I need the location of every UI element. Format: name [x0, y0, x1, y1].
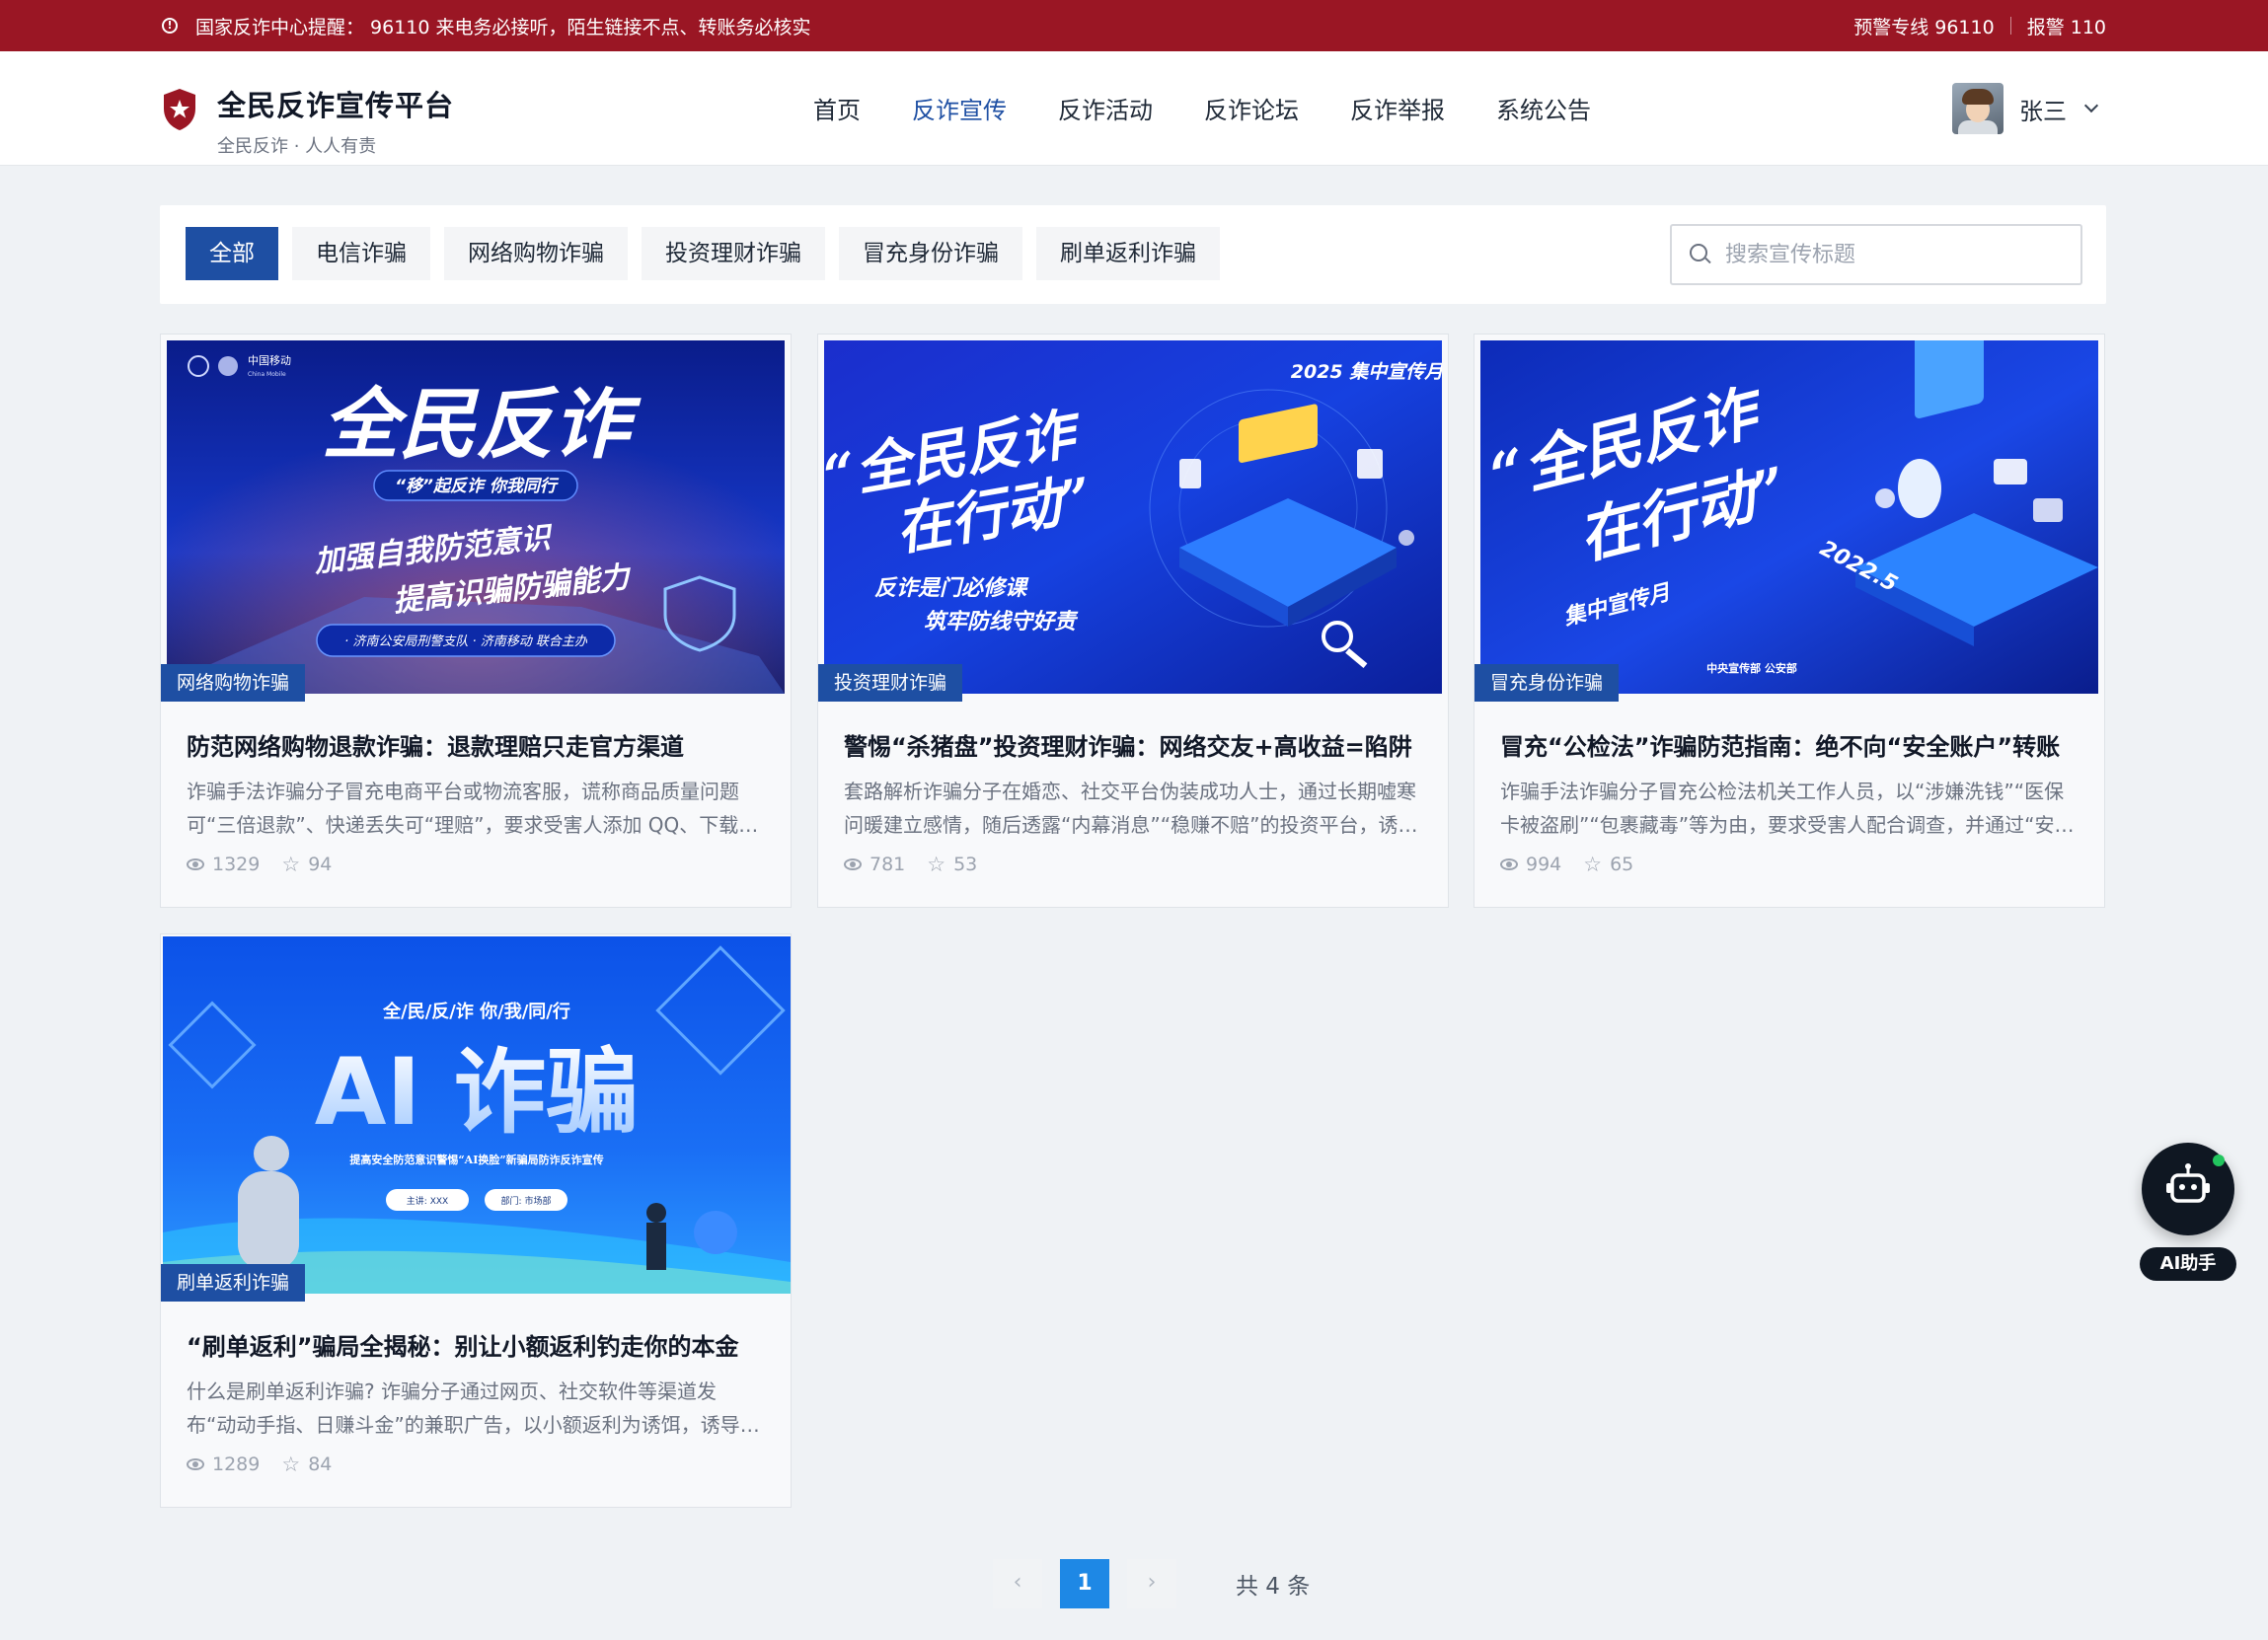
banner-headline: 全民反诈 — [322, 381, 642, 470]
tab-all[interactable]: 全部 — [186, 227, 278, 280]
nav-announcements[interactable]: 系统公告 — [1496, 91, 1591, 125]
star-count: 94 — [308, 854, 333, 875]
view-count: 994 — [1526, 854, 1562, 875]
hotline-text: 预警专线 96110 — [1853, 16, 1995, 38]
online-status-dot — [2213, 1155, 2225, 1166]
card-description: 诈骗手法诈骗分子冒充电商平台或物流客服，谎称商品质量问题可“三倍退款”、快递丢失… — [187, 780, 759, 837]
eye-icon — [187, 1458, 204, 1470]
nav-forum[interactable]: 反诈论坛 — [1204, 91, 1299, 125]
chevron-down-icon[interactable] — [2083, 98, 2099, 113]
star-count: 65 — [1610, 854, 1634, 875]
nav-publicity[interactable]: 反诈宣传 — [912, 91, 1007, 125]
view-count: 781 — [869, 854, 906, 875]
card-title[interactable]: “刷单返利”骗局全揭秘：别让小额返利钓走你的本金 — [187, 1327, 769, 1362]
star-icon: ☆ — [281, 852, 301, 876]
tab-online-shopping[interactable]: 网络购物诈骗 — [444, 227, 628, 280]
banner-org: 中央宣传部 公安部 — [1706, 661, 1797, 675]
card-description: 什么是刷单返利诈骗? 诈骗分子通过网页、社交软件等渠道发布“动动手指、日赚斗金”… — [187, 1379, 760, 1437]
card-banner-image: 2025 集中宣传月 “全民反诈 在行动” 反诈是门必修课 筑牢防线守好责 — [824, 340, 1442, 694]
tab-telecom[interactable]: 电信诈骗 — [292, 227, 430, 280]
star-icon: ☆ — [1583, 852, 1603, 876]
card-stats: 994 ☆ 65 — [1500, 854, 1633, 875]
shield-logo-icon — [164, 89, 195, 130]
alert-bar: ! 国家反诈中心提醒： 96110 来电务必接听，陌生链接不点、转账务必核实 预… — [0, 0, 2268, 51]
banner-sub1: 反诈是门必修课 — [874, 575, 1029, 601]
eye-icon — [844, 858, 862, 870]
police-text: 报警 110 — [2026, 16, 2106, 38]
eye-icon — [187, 858, 204, 870]
next-page-button[interactable]: › — [1127, 1559, 1176, 1608]
user-menu[interactable]: 张三 — [1952, 83, 2099, 134]
category-badge: 网络购物诈骗 — [161, 664, 306, 702]
nav-activities[interactable]: 反诈活动 — [1058, 91, 1153, 125]
banner-foot: · 济南公安局刑警支队 · 济南移动 联合主办 — [344, 634, 588, 649]
card-stats: 1289 ☆ 84 — [187, 1454, 332, 1475]
card-title[interactable]: 冒充“公检法”诈骗防范指南：绝不向“安全账户”转账 — [1500, 727, 2082, 762]
main-nav: 首页 反诈宣传 反诈活动 反诈论坛 反诈举报 系统公告 — [813, 91, 1591, 125]
search-box[interactable] — [1670, 224, 2082, 285]
info-icon: ! — [162, 18, 178, 34]
category-badge: 投资理财诈骗 — [818, 664, 963, 702]
category-badge: 刷单返利诈骗 — [161, 1264, 306, 1302]
star-count: 84 — [308, 1454, 333, 1475]
card-stats: 781 ☆ 53 — [844, 854, 977, 875]
banner-pill2: 部门: 市场部 — [501, 1195, 552, 1207]
star-icon: ☆ — [927, 852, 946, 876]
card-title[interactable]: 防范网络购物退款诈骗：退款理赔只走官方渠道 — [187, 727, 769, 762]
nav-home[interactable]: 首页 — [813, 91, 861, 125]
page-number-current[interactable]: 1 — [1060, 1559, 1109, 1608]
tab-impersonation[interactable]: 冒充身份诈骗 — [839, 227, 1022, 280]
view-count: 1329 — [212, 854, 261, 875]
article-card[interactable]: 中国移动 China Mobile 全民反诈 “移”起反诈 你我同行 加强自我防… — [160, 334, 792, 908]
site-title: 全民反诈宣传平台 — [217, 89, 455, 122]
banner-ribbon: “移”起反诈 你我同行 — [395, 477, 560, 496]
card-banner-image: 全/民/反/诈 你/我/同/行 AI 诈骗 提高安全防范意识警惕“AI换脸”新骗… — [163, 936, 791, 1294]
ai-assistant-button[interactable] — [2142, 1143, 2234, 1235]
banner-year: 2025 集中宣传月 — [1291, 361, 1442, 383]
star-count: 53 — [953, 854, 978, 875]
search-icon — [1690, 244, 1711, 265]
logo-area[interactable]: 全民反诈宣传平台 全民反诈 · 人人有责 — [162, 83, 454, 158]
view-count: 1289 — [212, 1454, 261, 1475]
header: 全民反诈宣传平台 全民反诈 · 人人有责 首页 反诈宣传 反诈活动 反诈论坛 反… — [0, 51, 2268, 166]
nav-report[interactable]: 反诈举报 — [1350, 91, 1445, 125]
eye-icon — [1500, 858, 1518, 870]
ai-assistant-label[interactable]: AI助手 — [2140, 1247, 2236, 1281]
card-title[interactable]: 警惕“杀猪盘”投资理财诈骗：网络交友+高收益=陷阱 — [844, 727, 1426, 762]
total-count: 共 4 条 — [1236, 1574, 1311, 1600]
pagination: ‹ 1 › 共 4 条 — [993, 1559, 1310, 1608]
org-text: 中国移动 — [248, 354, 291, 367]
card-banner-image: “全民反诈 在行动” 集中宣传月 2022.5 中央宣传部 公安部 — [1480, 340, 2098, 694]
category-badge: 冒充身份诈骗 — [1474, 664, 1620, 702]
category-tabs: 全部 电信诈骗 网络购物诈骗 投资理财诈骗 冒充身份诈骗 刷单返利诈骗 — [186, 227, 1220, 280]
search-input[interactable] — [1725, 242, 2061, 267]
site-slogan: 全民反诈 · 人人有责 — [217, 136, 377, 157]
card-description: 套路解析诈骗分子在婚恋、社交平台伪装成功人士，通过长期嘘寒问暖建立感情，随后透露… — [844, 780, 1418, 837]
org-en-text: China Mobile — [248, 371, 286, 378]
alert-notice: 国家反诈中心提醒： 96110 来电务必接听，陌生链接不点、转账务必核实 — [195, 16, 811, 38]
banner-sub2: 筑牢防线守好责 — [924, 609, 1079, 634]
tab-investment[interactable]: 投资理财诈骗 — [642, 227, 825, 280]
user-name[interactable]: 张三 — [2019, 92, 2067, 126]
banner-top: 全/民/反/诈 你/我/同/行 — [382, 1001, 570, 1022]
article-card[interactable]: 全/民/反/诈 你/我/同/行 AI 诈骗 提高安全防范意识警惕“AI换脸”新骗… — [160, 933, 792, 1508]
banner-sub: 提高安全防范意识警惕“AI换脸”新骗局防诈反诈宣传 — [349, 1153, 603, 1166]
card-stats: 1329 ☆ 94 — [187, 854, 332, 875]
banner-pill1: 主讲: XXX — [407, 1195, 448, 1207]
divider — [2009, 17, 2011, 35]
banner-headline: AI 诈骗 — [315, 1039, 639, 1147]
card-banner-image: 中国移动 China Mobile 全民反诈 “移”起反诈 你我同行 加强自我防… — [167, 340, 785, 694]
article-card[interactable]: “全民反诈 在行动” 集中宣传月 2022.5 中央宣传部 公安部 冒充身份诈骗… — [1474, 334, 2105, 908]
card-description: 诈骗手法诈骗分子冒充公检法机关工作人员，以“涉嫌洗钱”“医保卡被盗刷”“包裹藏毒… — [1500, 780, 2075, 837]
prev-page-button[interactable]: ‹ — [993, 1559, 1042, 1608]
star-icon: ☆ — [281, 1452, 301, 1476]
tab-task-rebate[interactable]: 刷单返利诈骗 — [1036, 227, 1220, 280]
avatar[interactable] — [1952, 83, 2003, 134]
filter-bar: 全部 电信诈骗 网络购物诈骗 投资理财诈骗 冒充身份诈骗 刷单返利诈骗 — [160, 205, 2106, 304]
article-card[interactable]: 2025 集中宣传月 “全民反诈 在行动” 反诈是门必修课 筑牢防线守好责 投资… — [817, 334, 1449, 908]
